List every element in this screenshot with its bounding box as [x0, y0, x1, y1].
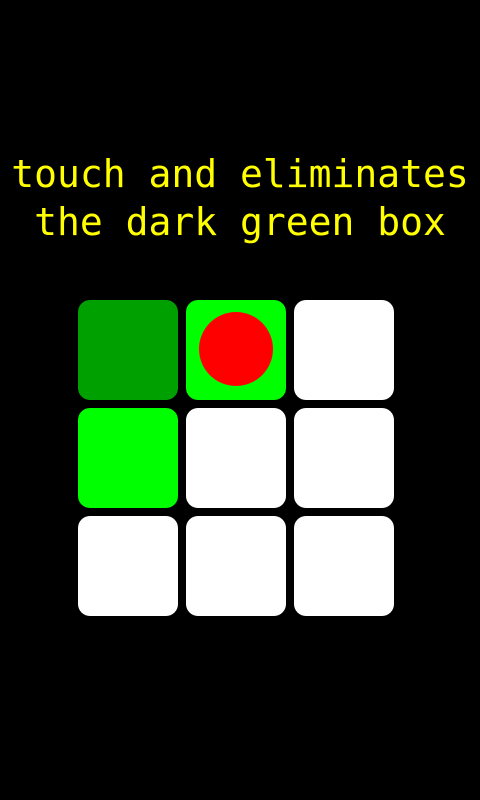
tile-r2-c2-empty[interactable] — [186, 408, 286, 508]
instruction-text: touch and eliminates the dark green box — [0, 150, 480, 246]
tile-r1-c1-dark-green[interactable] — [78, 300, 178, 400]
tile-r2-c1-bright-green[interactable] — [78, 408, 178, 508]
tile-r3-c1-empty[interactable] — [78, 516, 178, 616]
tile-r3-c2-empty[interactable] — [186, 516, 286, 616]
instruction-line-2: the dark green box — [34, 200, 446, 244]
game-board — [78, 300, 396, 618]
tile-r3-c3-empty[interactable] — [294, 516, 394, 616]
instruction-line-1: touch and eliminates — [11, 152, 469, 196]
tile-r1-c2-bright-green[interactable] — [186, 300, 286, 400]
red-dot-marker — [199, 312, 273, 386]
tile-r2-c3-empty[interactable] — [294, 408, 394, 508]
tile-r1-c3-empty[interactable] — [294, 300, 394, 400]
